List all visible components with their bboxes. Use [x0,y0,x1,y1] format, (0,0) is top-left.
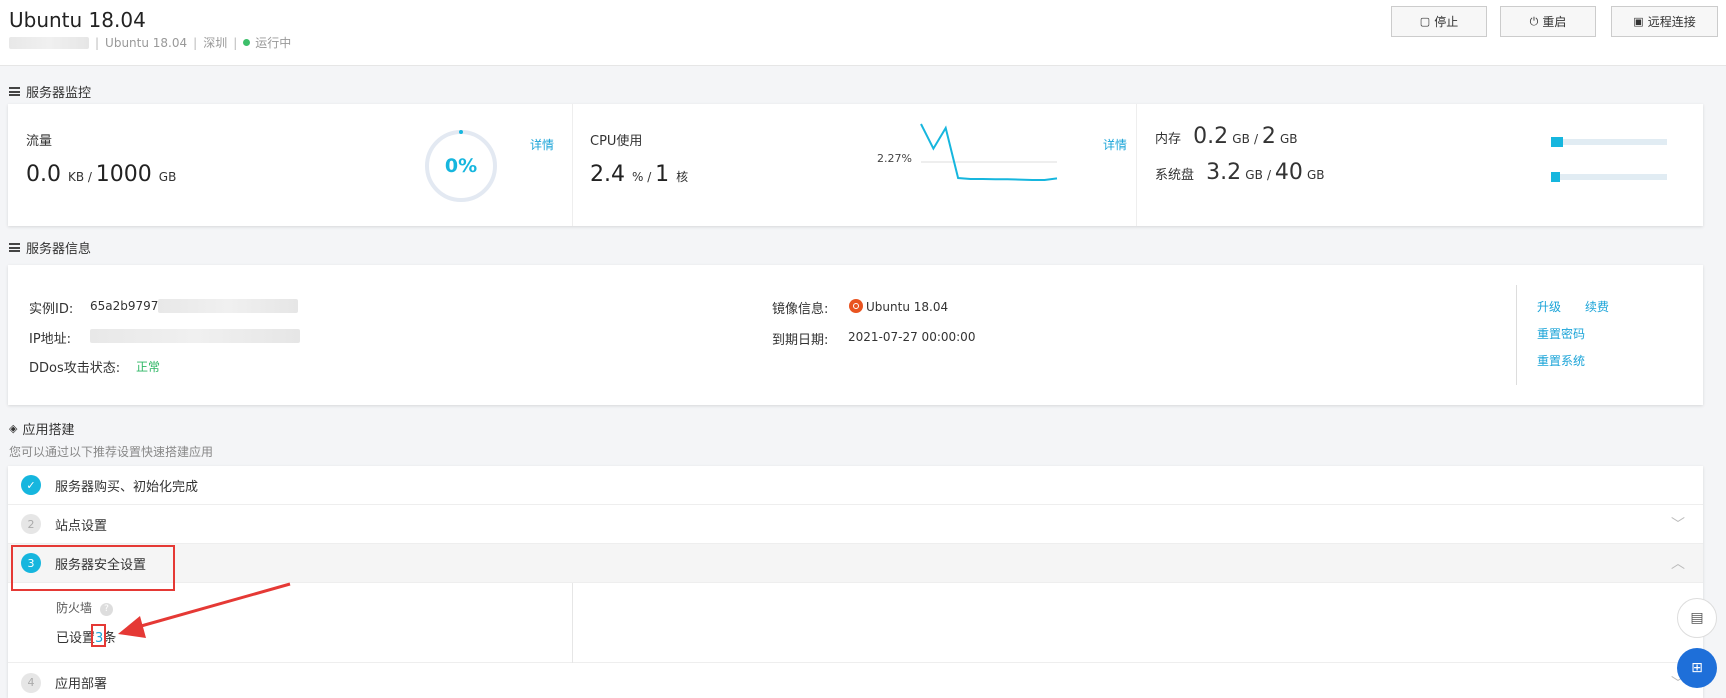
instance-meta: | Ubuntu 18.04 | 深圳 | 运行中 [9,34,291,51]
masked-instance-name [9,36,89,49]
ip-value [90,329,300,346]
step-label: 应用部署 [55,677,108,692]
firewall-label: 防火墙? [56,599,114,616]
ubuntu-icon [849,299,863,313]
server-list-icon [9,243,20,252]
check-icon: ✓ [21,475,41,495]
highlight-box-count [91,624,106,647]
disk-usage-fill [1551,172,1561,182]
remote-connect-label: 远程连接 [1647,15,1696,29]
instance-id-value: 65a2b9797 [90,299,299,313]
annotation-arrow [118,582,291,638]
os-text: Ubuntu 18.04 [105,35,188,50]
traffic-usage-ring: 0% [425,130,497,202]
memory-row: 内存 0.2 GB / 2 GB [1155,124,1298,149]
power-icon: ⏻ [1529,14,1539,28]
cpu-usage-chart [920,123,1058,181]
expire-date-value: 2021-07-27 00:00:00 [848,330,976,344]
traffic-label: 流量 [26,134,53,149]
step-number: 4 [21,672,41,693]
ddos-status: 正常 [136,360,161,374]
step-number: 2 [21,514,41,534]
cpu-peak-label: 2.27% [877,152,912,165]
stop-icon: ▢ [1419,15,1431,28]
page-title: Ubuntu 18.04 [9,8,146,32]
traffic-value: 0.0 KB / 1000 GB [26,162,177,187]
apps-menu-button[interactable]: ⊞ [1677,648,1717,688]
apps-subtitle: 您可以通过以下推荐设置快速搭建应用 [9,445,214,459]
cpu-card: CPU使用 2.4 % / 1 核 2.27% 详情 [572,104,1136,226]
restart-button-label: 重启 [1542,15,1567,29]
step-label: 服务器购买、初始化完成 [55,479,199,495]
step-security-settings[interactable]: 3 服务器安全设置 ︿ [8,544,1703,583]
chevron-down-icon: ﹀ [1671,517,1685,533]
apps-section-title: ◈ 应用搭建 [9,422,75,438]
layers-icon: ◈ [9,422,18,435]
running-status-icon [243,39,251,46]
monitor-icon: ▣ [1633,15,1644,28]
firewall-rule-count: 已设置3条 [56,631,117,646]
cpu-usage-line [920,123,1058,181]
cpu-label: CPU使用 [590,134,643,149]
info-section-title: 服务器信息 [9,238,91,257]
disk-row: 系统盘 3.2 GB / 40 GB [1155,160,1325,185]
server-list-icon [9,87,20,96]
instance-header: Ubuntu 18.04 | Ubuntu 18.04 | 深圳 | 运行中 ▢… [0,0,1726,66]
region-text: 深圳 [203,36,228,50]
ip-label: IP地址: [29,332,72,347]
traffic-percent: 0% [444,155,478,177]
monitor-panel: 流量 0.0 KB / 1000 GB 0% 详情 CPU使用 2.4 % / … [8,104,1703,226]
step-label: 站点设置 [55,518,108,534]
chat-button[interactable]: ▤ [1677,598,1717,638]
monitor-section-title: 服务器监控 [9,82,91,101]
instance-id-label: 实例ID: [29,302,74,317]
step-server-ready[interactable]: ✓ 服务器购买、初始化完成 [8,466,1703,505]
memory-disk-card: 内存 0.2 GB / 2 GB 系统盘 3.2 GB / 40 GB [1136,104,1703,226]
grid-icon: ⊞ [1691,660,1703,676]
stop-button-label: 停止 [1434,15,1459,29]
image-info-value: Ubuntu 18.04 [849,299,948,314]
cpu-value: 2.4 % / 1 核 [590,162,689,187]
reset-password-link[interactable]: 重置密码 [1537,325,1585,342]
chevron-up-icon: ︿ [1671,556,1685,572]
disk-usage-bar [1551,172,1667,182]
image-info-label: 镜像信息: [772,302,829,317]
upgrade-link[interactable]: 升级 [1537,298,1561,315]
info-panel: 实例ID: 65a2b9797 IP地址: DDos攻击状态: 正常 镜像信息:… [8,265,1703,405]
remote-connect-button[interactable]: ▣ 远程连接 [1611,6,1718,37]
step-site-settings[interactable]: 2 站点设置 ﹀ [8,505,1703,544]
memory-usage-fill [1551,137,1563,147]
reset-system-link[interactable]: 重置系统 [1537,352,1585,369]
step-app-deploy[interactable]: 4 应用部署 ﹀ [8,663,1703,698]
masked-ip-address [90,329,300,343]
expire-date-label: 到期日期: [772,333,829,348]
restart-button[interactable]: ⏻ 重启 [1500,6,1596,37]
traffic-card: 流量 0.0 KB / 1000 GB 0% 详情 [8,104,572,226]
memory-usage-bar [1551,137,1667,147]
stop-button[interactable]: ▢ 停止 [1391,6,1487,37]
renew-link[interactable]: 续费 [1585,298,1609,315]
status-text: 运行中 [255,36,292,50]
cpu-detail-link[interactable]: 详情 [1103,136,1127,153]
masked-instance-id [158,299,299,313]
traffic-detail-link[interactable]: 详情 [530,136,554,153]
chat-icon: ▤ [1690,610,1704,626]
ddos-label: DDos攻击状态: [29,361,121,376]
